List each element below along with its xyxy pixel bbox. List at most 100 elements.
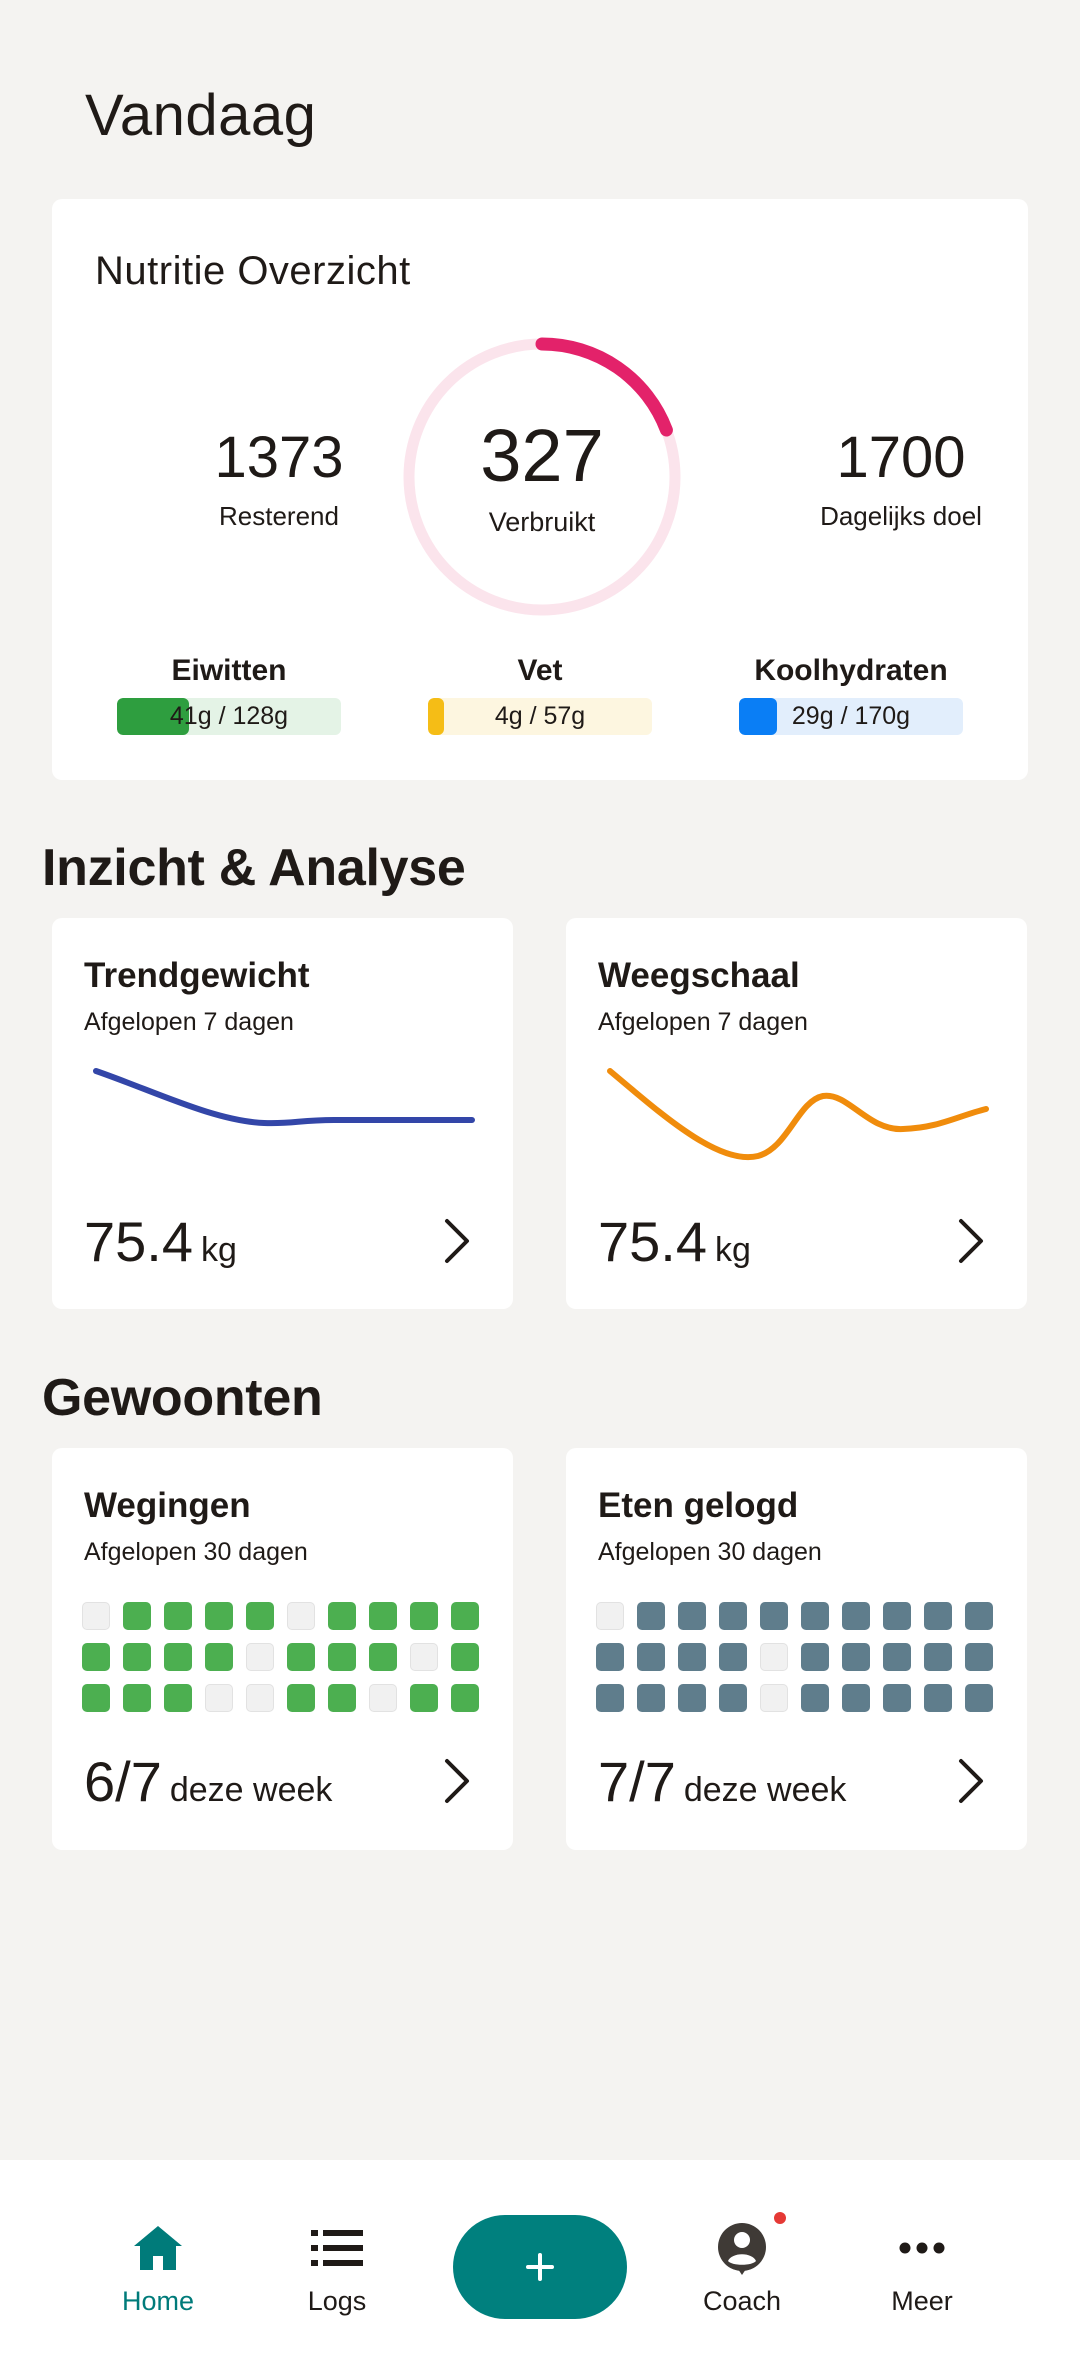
macro-carbs-name: Koolhydraten	[754, 654, 948, 687]
remaining-stat: 1373 Resterend	[149, 429, 409, 532]
trend-weight-card[interactable]: Trendgewicht Afgelopen 7 dagen 75.4 kg	[52, 918, 513, 1309]
weighings-day-missed	[410, 1643, 438, 1671]
food-logged-day-done	[965, 1602, 993, 1630]
food-logged-day-done	[801, 1643, 829, 1671]
trend-weight-value: 75.4 kg	[84, 1214, 237, 1270]
food-logged-day-done	[637, 1684, 665, 1712]
scale-weight-number: 75.4	[598, 1210, 707, 1273]
weighings-day-done	[205, 1602, 233, 1630]
weighings-day-done	[123, 1602, 151, 1630]
weighings-day-done	[451, 1684, 479, 1712]
weighings-day-done	[410, 1684, 438, 1712]
macro-carbs: Koolhydraten 29g / 170g	[739, 654, 963, 735]
food-logged-count: 7/7	[598, 1750, 676, 1813]
weighings-day-done	[369, 1643, 397, 1671]
goal-value: 1700	[836, 425, 966, 490]
scale-weight-card[interactable]: Weegschaal Afgelopen 7 dagen 75.4 kg	[566, 918, 1027, 1309]
chevron-right-icon[interactable]	[441, 1756, 473, 1806]
macro-protein: Eiwitten 41g / 128g	[117, 654, 341, 735]
food-logged-day-done	[596, 1643, 624, 1671]
food-logged-day-done	[842, 1602, 870, 1630]
consumed-label: Verbruikt	[488, 507, 596, 537]
more-horizontal-icon	[852, 2220, 992, 2276]
bottom-navigation: Home Logs Coach Meer	[0, 2160, 1080, 2371]
food-logged-day-done	[596, 1684, 624, 1712]
chevron-right-icon[interactable]	[955, 1216, 987, 1266]
food-logged-day-done	[883, 1684, 911, 1712]
food-logged-day-done	[637, 1602, 665, 1630]
nav-more[interactable]: Meer	[852, 2220, 992, 2317]
food-logged-day-done	[719, 1684, 747, 1712]
nav-coach[interactable]: Coach	[672, 2220, 812, 2317]
weighings-count: 6/7	[84, 1750, 162, 1813]
food-logged-day-done	[883, 1643, 911, 1671]
food-logged-day-done	[924, 1643, 952, 1671]
weighings-day-done	[164, 1643, 192, 1671]
nav-home[interactable]: Home	[88, 2220, 228, 2317]
food-logged-day-done	[678, 1643, 706, 1671]
scale-weight-unit: kg	[715, 1231, 751, 1269]
macro-fat: Vet 4g / 57g	[428, 654, 652, 735]
food-logged-suffix: deze week	[683, 1771, 847, 1809]
macro-fat-bar: 4g / 57g	[428, 698, 652, 735]
weighings-day-done	[287, 1684, 315, 1712]
trend-weight-unit: kg	[201, 1231, 237, 1269]
trend-weight-line	[93, 1068, 475, 1127]
remaining-label: Resterend	[219, 501, 339, 531]
goal-label: Dagelijks doel	[820, 501, 982, 531]
food-logged-day-done	[842, 1643, 870, 1671]
chevron-right-icon[interactable]	[955, 1756, 987, 1806]
weighings-day-grid	[82, 1602, 479, 1712]
nav-logs[interactable]: Logs	[267, 2220, 407, 2317]
trend-weight-number: 75.4	[84, 1210, 193, 1273]
weighings-day-missed	[246, 1684, 274, 1712]
macro-fat-name: Vet	[517, 654, 563, 687]
weighings-day-done	[328, 1643, 356, 1671]
weighings-card[interactable]: Wegingen Afgelopen 30 dagen 6/7 deze week	[52, 1448, 513, 1850]
food-logged-day-done	[965, 1643, 993, 1671]
remaining-value: 1373	[214, 425, 344, 490]
goal-stat: 1700 Dagelijks doel	[771, 429, 1031, 532]
scale-weight-title: Weegschaal	[598, 956, 800, 995]
weighings-day-done	[82, 1643, 110, 1671]
add-button[interactable]	[453, 2215, 627, 2319]
food-logged-day-done	[801, 1684, 829, 1712]
scale-weight-line	[607, 1068, 989, 1161]
consumed-value: 327	[480, 414, 604, 497]
weighings-day-missed	[369, 1684, 397, 1712]
food-logged-day-done	[678, 1602, 706, 1630]
weighings-day-missed	[82, 1602, 110, 1630]
food-logged-subtitle: Afgelopen 30 dagen	[598, 1538, 822, 1566]
nutrition-overview-card[interactable]: Nutritie Overzicht 1373 Resterend 327 Ve…	[52, 199, 1028, 780]
insight-section-title: Inzicht & Analyse	[42, 839, 466, 897]
weighings-title: Wegingen	[84, 1486, 251, 1525]
food-logged-day-done	[637, 1643, 665, 1671]
food-logged-day-done	[842, 1684, 870, 1712]
weighings-day-done	[328, 1602, 356, 1630]
food-logged-day-done	[965, 1684, 993, 1712]
weighings-day-done	[410, 1602, 438, 1630]
scale-weight-subtitle: Afgelopen 7 dagen	[598, 1008, 808, 1036]
trend-weight-title: Trendgewicht	[84, 956, 310, 995]
weighings-day-done	[451, 1643, 479, 1671]
food-logged-day-missed	[596, 1602, 624, 1630]
habits-section-title: Gewoonten	[42, 1369, 323, 1427]
weighings-day-missed	[246, 1643, 274, 1671]
weighings-day-done	[287, 1643, 315, 1671]
weighings-day-done	[164, 1684, 192, 1712]
chevron-right-icon[interactable]	[441, 1216, 473, 1266]
weighings-day-missed	[205, 1684, 233, 1712]
nutrition-title: Nutritie Overzicht	[95, 249, 411, 293]
weighings-day-done	[123, 1684, 151, 1712]
weighings-day-missed	[287, 1602, 315, 1630]
weighings-day-done	[82, 1684, 110, 1712]
weighings-value: 6/7 deze week	[84, 1754, 332, 1810]
food-logged-card[interactable]: Eten gelogd Afgelopen 30 dagen 7/7 deze w…	[566, 1448, 1027, 1850]
food-logged-title: Eten gelogd	[598, 1486, 799, 1525]
food-logged-day-done	[719, 1643, 747, 1671]
macro-carbs-bar: 29g / 170g	[739, 698, 963, 735]
food-logged-day-missed	[760, 1684, 788, 1712]
food-logged-day-done	[760, 1602, 788, 1630]
trend-weight-subtitle: Afgelopen 7 dagen	[84, 1008, 294, 1036]
macro-protein-name: Eiwitten	[171, 654, 287, 687]
